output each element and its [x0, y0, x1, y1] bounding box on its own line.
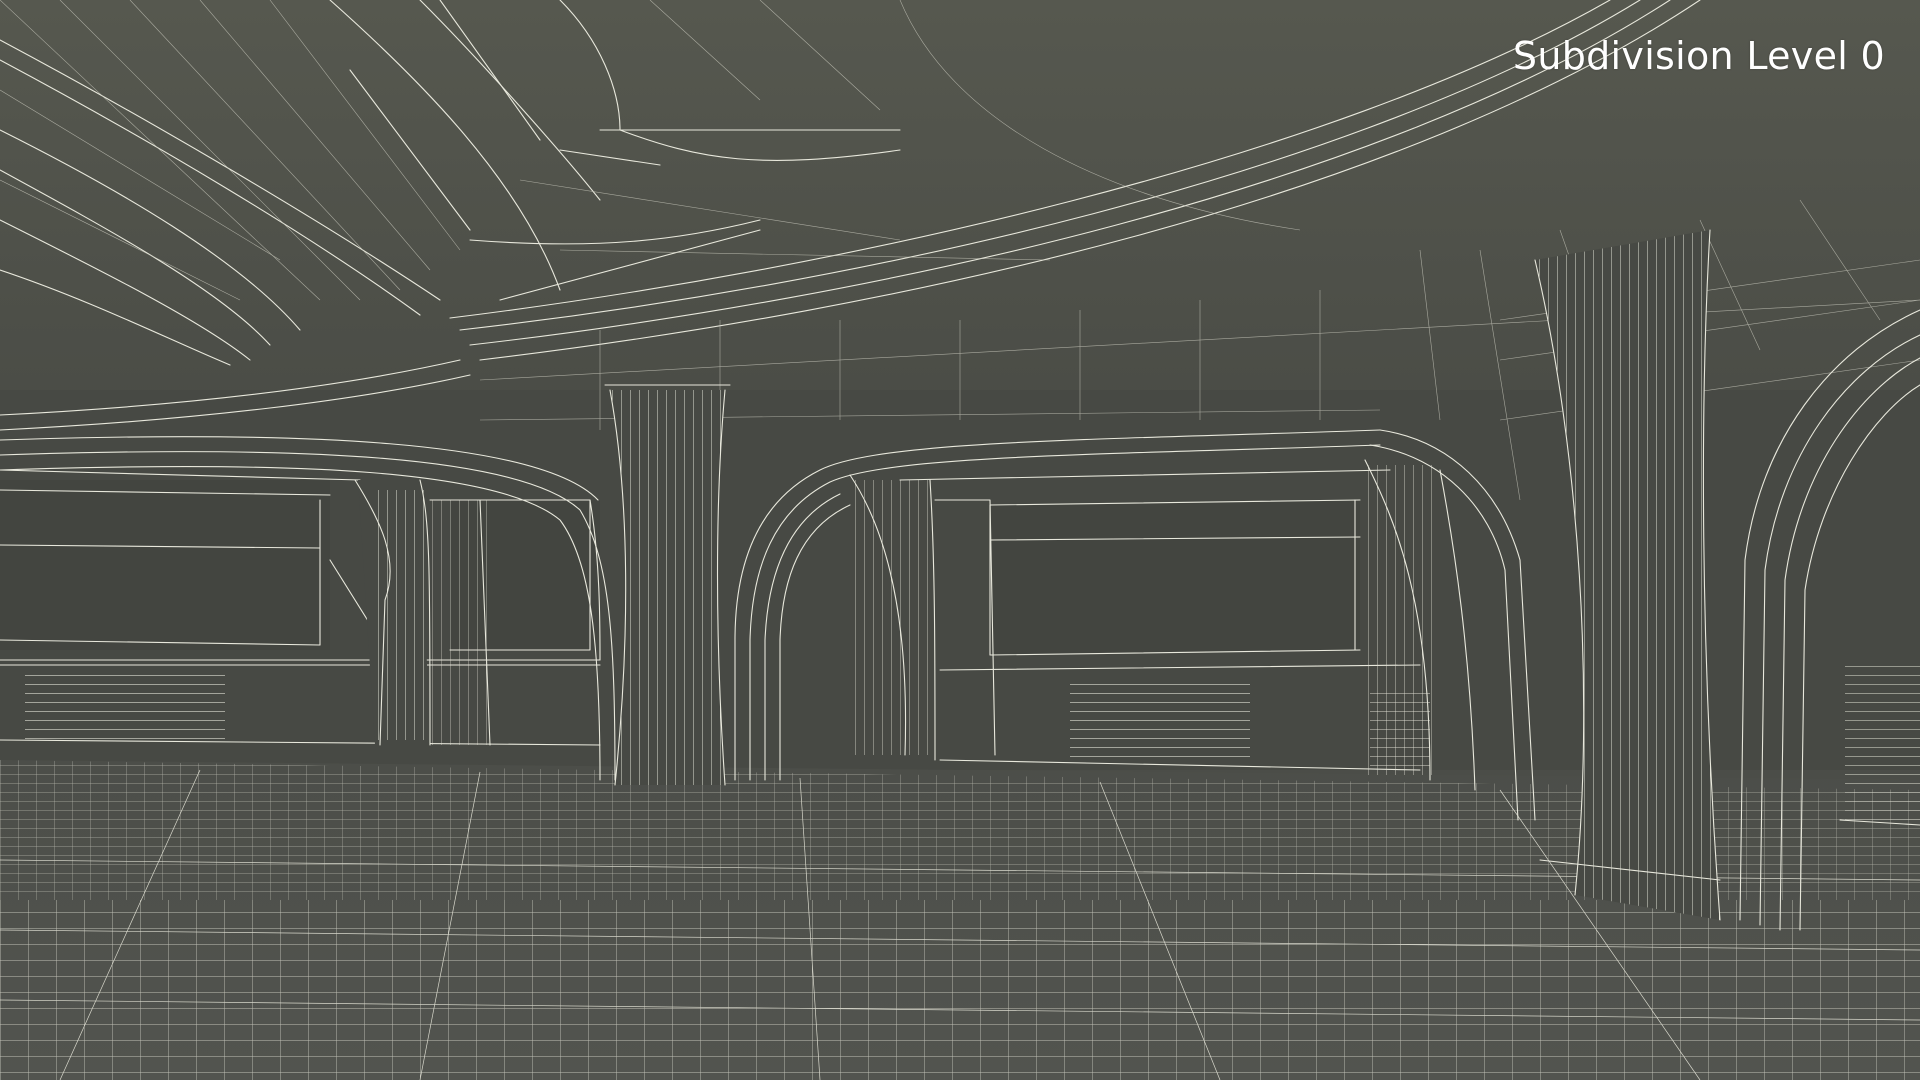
subdivision-level-label: Subdivision Level 0 — [1512, 34, 1885, 78]
left-inner-column — [354, 479, 491, 746]
wireframe-render — [0, 0, 1920, 1080]
render-viewport: Subdivision Level 0 — [0, 0, 1920, 1080]
vent-grille — [25, 675, 225, 745]
vent-grille-right — [1845, 660, 1920, 820]
vent-grille-center — [1070, 680, 1250, 760]
